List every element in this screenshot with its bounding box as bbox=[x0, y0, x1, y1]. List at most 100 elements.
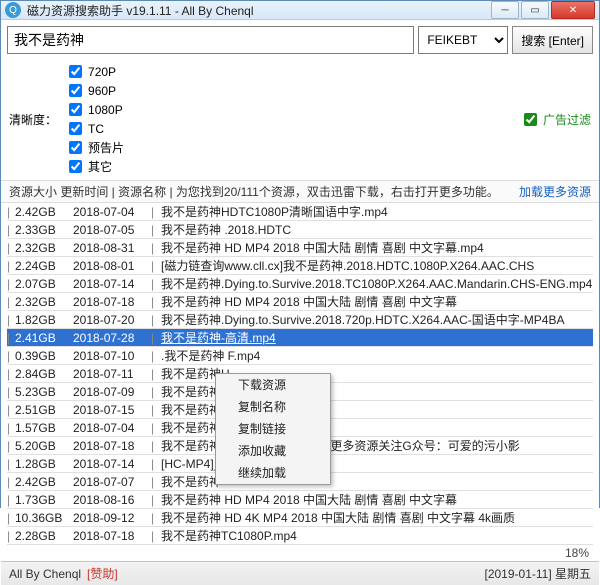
result-row[interactable]: |2.33GB2018-07-05|我不是药神 .2018.HDTC bbox=[7, 221, 593, 239]
app-window: Q 磁力资源搜索助手 v19.1.11 - All By Chenql ─ ▭ … bbox=[0, 0, 600, 508]
row-name: .我不是药神 F.mp4 bbox=[161, 347, 593, 364]
filter-text: TC bbox=[88, 122, 104, 136]
row-date: 2018-08-01 bbox=[73, 257, 151, 274]
titlebar: Q 磁力资源搜索助手 v19.1.11 - All By Chenql ─ ▭ … bbox=[1, 1, 599, 20]
row-date: 2018-07-04 bbox=[73, 203, 151, 220]
window-controls: ─ ▭ ✕ bbox=[491, 1, 595, 19]
row-date: 2018-07-15 bbox=[73, 401, 151, 418]
results-list: |2.42GB2018-07-04|我不是药神HDTC1080P清晰国语中字.m… bbox=[1, 203, 599, 545]
menu-item[interactable]: 下载资源 bbox=[216, 374, 330, 396]
menu-item[interactable]: 添加收藏 bbox=[216, 440, 330, 462]
row-size: 1.57GB bbox=[15, 419, 73, 436]
source-select[interactable]: FEIKEBT bbox=[418, 26, 508, 54]
result-row[interactable]: |10.36GB2018-09-12|我不是药神 HD 4K MP4 2018 … bbox=[7, 509, 593, 527]
filter-checkbox[interactable] bbox=[69, 84, 82, 97]
filter-text: 720P bbox=[88, 65, 116, 79]
maximize-button[interactable]: ▭ bbox=[521, 1, 549, 19]
row-name: 我不是药神HDTC1080P清晰国语中字.mp4 bbox=[161, 203, 593, 220]
filter-预告片[interactable]: 预告片 bbox=[65, 138, 124, 157]
row-size: 2.32GB bbox=[15, 239, 73, 256]
result-row[interactable]: |2.28GB2018-07-18|我不是药神TC1080P.mp4 bbox=[7, 527, 593, 545]
result-row[interactable]: |2.42GB2018-07-04|我不是药神HDTC1080P清晰国语中字.m… bbox=[7, 203, 593, 221]
filter-label: 清晰度： bbox=[9, 111, 57, 128]
result-row[interactable]: |2.24GB2018-08-01|[磁力链查询www.cll.cx]我不是药神… bbox=[7, 257, 593, 275]
row-size: 2.51GB bbox=[15, 401, 73, 418]
row-date: 2018-07-05 bbox=[73, 221, 151, 238]
row-name: 我不是药神TC1080P.mp4 bbox=[161, 527, 593, 544]
ad-filter-label: 广告过滤 bbox=[543, 111, 591, 128]
context-menu: 下载资源复制名称复制链接添加收藏继续加载 bbox=[215, 373, 331, 485]
row-name: 我不是药神 HD MP4 2018 中国大陆 剧情 喜剧 中文字幕 bbox=[161, 293, 593, 310]
result-row[interactable]: |2.41GB2018-07-28|我不是药神-高清.mp4 bbox=[7, 329, 593, 347]
filter-1080p[interactable]: 1080P bbox=[65, 100, 124, 119]
ad-filter-checkbox[interactable] bbox=[524, 113, 537, 126]
result-row[interactable]: |1.73GB2018-08-16|我不是药神 HD MP4 2018 中国大陆… bbox=[7, 491, 593, 509]
row-date: 2018-07-14 bbox=[73, 275, 151, 292]
menu-item[interactable]: 继续加载 bbox=[216, 462, 330, 484]
menu-item[interactable]: 复制名称 bbox=[216, 396, 330, 418]
load-more-link[interactable]: 加载更多资源 bbox=[519, 183, 591, 200]
filter-checkbox[interactable] bbox=[69, 141, 82, 154]
row-size: 2.42GB bbox=[15, 473, 73, 490]
row-date: 2018-07-09 bbox=[73, 383, 151, 400]
result-row[interactable]: |2.32GB2018-07-18|我不是药神 HD MP4 2018 中国大陆… bbox=[7, 293, 593, 311]
row-size: 0.39GB bbox=[15, 347, 73, 364]
search-button[interactable]: 搜索 [Enter] bbox=[512, 26, 593, 54]
filter-其它[interactable]: 其它 bbox=[65, 157, 124, 176]
filter-checkbox[interactable] bbox=[69, 103, 82, 116]
filter-text: 预告片 bbox=[88, 139, 124, 156]
row-date: 2018-07-18 bbox=[73, 293, 151, 310]
filter-checkbox[interactable] bbox=[69, 65, 82, 78]
filter-row: 清晰度： 720P 960P 1080P TC 预告片 其它 广告过滤 bbox=[1, 60, 599, 180]
row-size: 2.28GB bbox=[15, 527, 73, 544]
result-row[interactable]: |2.32GB2018-08-31|我不是药神 HD MP4 2018 中国大陆… bbox=[7, 239, 593, 257]
row-date: 2018-07-07 bbox=[73, 473, 151, 490]
row-size: 5.23GB bbox=[15, 383, 73, 400]
row-size: 2.32GB bbox=[15, 293, 73, 310]
row-name: 我不是药神 .2018.HDTC bbox=[161, 221, 593, 238]
row-name: 我不是药神.Dying.to.Survive.2018.TC1080P.X264… bbox=[161, 275, 593, 292]
status-credit: All By Chenql bbox=[9, 567, 81, 581]
filter-960p[interactable]: 960P bbox=[65, 81, 124, 100]
search-input[interactable] bbox=[7, 26, 414, 54]
filter-tc[interactable]: TC bbox=[65, 119, 124, 138]
window-title: 磁力资源搜索助手 v19.1.11 - All By Chenql bbox=[27, 2, 491, 19]
content-area: FEIKEBT 搜索 [Enter] 清晰度： 720P 960P 1080P … bbox=[1, 20, 599, 585]
status-date: [2019-01-11] 星期五 bbox=[485, 565, 592, 582]
row-date: 2018-07-14 bbox=[73, 455, 151, 472]
app-icon: Q bbox=[5, 2, 21, 18]
row-size: 5.20GB bbox=[15, 437, 73, 454]
row-size: 2.33GB bbox=[15, 221, 73, 238]
filter-text: 960P bbox=[88, 84, 116, 98]
header-columns: 资源大小 更新时间 | 资源名称 | 为您找到20/111个资源，双击迅雷下载，… bbox=[9, 183, 499, 200]
row-date: 2018-07-04 bbox=[73, 419, 151, 436]
row-size: 2.24GB bbox=[15, 257, 73, 274]
row-date: 2018-07-11 bbox=[73, 365, 151, 382]
row-name: 我不是药神 HD 4K MP4 2018 中国大陆 剧情 喜剧 中文字幕 4k画… bbox=[161, 509, 593, 526]
row-size: 1.73GB bbox=[15, 491, 73, 508]
row-date: 2018-07-20 bbox=[73, 311, 151, 328]
donate-link[interactable]: [赞助] bbox=[87, 565, 118, 582]
menu-item[interactable]: 复制链接 bbox=[216, 418, 330, 440]
row-date: 2018-08-31 bbox=[73, 239, 151, 256]
filter-720p[interactable]: 720P bbox=[65, 62, 124, 81]
result-row[interactable]: |0.39GB2018-07-10|.我不是药神 F.mp4 bbox=[7, 347, 593, 365]
result-row[interactable]: |1.82GB2018-07-20|我不是药神.Dying.to.Survive… bbox=[7, 311, 593, 329]
search-row: FEIKEBT 搜索 [Enter] bbox=[1, 20, 599, 60]
row-date: 2018-09-12 bbox=[73, 509, 151, 526]
filter-checkbox[interactable] bbox=[69, 160, 82, 173]
close-button[interactable]: ✕ bbox=[551, 1, 595, 19]
row-size: 10.36GB bbox=[15, 509, 73, 526]
result-row[interactable]: |2.07GB2018-07-14|我不是药神.Dying.to.Survive… bbox=[7, 275, 593, 293]
row-size: 1.82GB bbox=[15, 311, 73, 328]
row-date: 2018-07-18 bbox=[73, 527, 151, 544]
filter-checkbox[interactable] bbox=[69, 122, 82, 135]
row-date: 2018-08-16 bbox=[73, 491, 151, 508]
ad-filter[interactable]: 广告过滤 bbox=[520, 110, 591, 129]
row-size: 1.28GB bbox=[15, 455, 73, 472]
status-bar: All By Chenql [赞助] [2019-01-11] 星期五 bbox=[1, 561, 599, 585]
minimize-button[interactable]: ─ bbox=[491, 1, 519, 19]
row-date: 2018-07-28 bbox=[73, 329, 151, 346]
list-header: 资源大小 更新时间 | 资源名称 | 为您找到20/111个资源，双击迅雷下载，… bbox=[1, 180, 599, 203]
row-name: 我不是药神 HD MP4 2018 中国大陆 剧情 喜剧 中文字幕 bbox=[161, 491, 593, 508]
